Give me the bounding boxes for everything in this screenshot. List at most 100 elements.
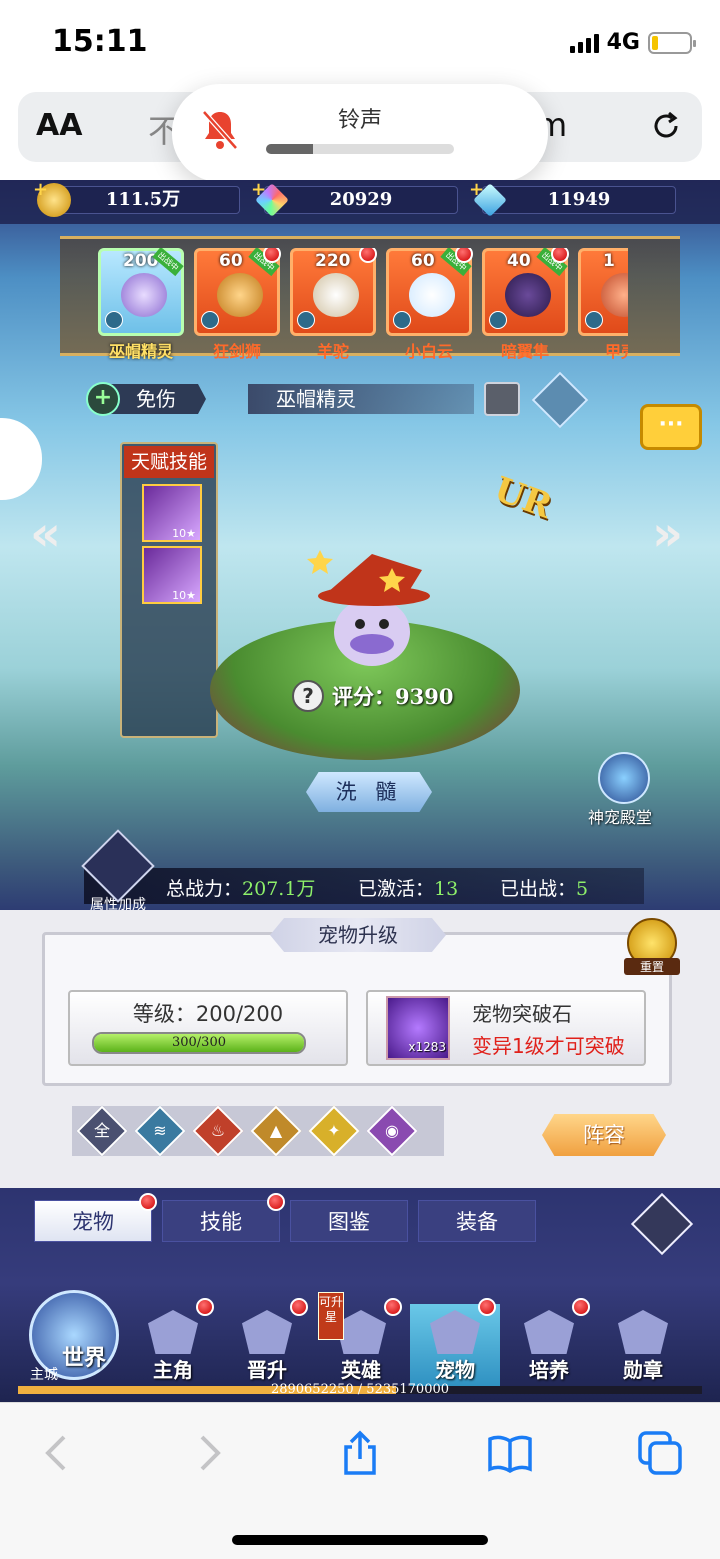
add-icon[interactable]: + bbox=[469, 180, 484, 203]
nav-pets[interactable]: 宠物 bbox=[410, 1298, 500, 1390]
player-exp-text: 2890652250 / 5235170000 bbox=[270, 1382, 450, 1397]
lineup-button[interactable]: 阵容 bbox=[542, 1114, 666, 1156]
gold-value: 111.5万 bbox=[105, 189, 181, 210]
tab-label: 图鉴 bbox=[328, 1210, 370, 1234]
water-element-icon[interactable] bbox=[531, 371, 589, 429]
tab-skill[interactable]: 技能 bbox=[162, 1193, 285, 1242]
reader-aa-button[interactable]: AA bbox=[36, 108, 82, 143]
pet-card[interactable]: 40 出战中 bbox=[482, 248, 569, 336]
pet-name: 小白云 bbox=[404, 342, 453, 361]
tab-pet[interactable]: 宠物 bbox=[34, 1193, 157, 1242]
tab-equipment[interactable]: 装备 bbox=[418, 1200, 536, 1242]
filter-all-button[interactable]: 全 bbox=[76, 1105, 128, 1157]
protagonist-icon bbox=[148, 1310, 198, 1354]
pet-portrait bbox=[601, 273, 628, 317]
eye-diamond-icon[interactable] bbox=[630, 1192, 694, 1256]
resource-rainbow-gem[interactable]: + 20929 bbox=[251, 180, 458, 217]
skill-level: 10★ bbox=[172, 527, 196, 540]
pet-card[interactable]: 200 出战中 bbox=[98, 248, 184, 336]
add-icon[interactable]: + bbox=[251, 180, 266, 203]
add-icon[interactable]: + bbox=[33, 180, 48, 203]
light-icon[interactable]: ✦ bbox=[308, 1105, 360, 1157]
ringer-hud: 铃声 bbox=[172, 84, 548, 182]
plus-shield-icon: + bbox=[86, 382, 120, 416]
resource-bar: + 111.5万 + 20929 + 11949 bbox=[0, 180, 720, 224]
deployed-stat: 已出战：5 bbox=[500, 874, 588, 901]
pet-name: 甲壳 bbox=[604, 342, 628, 361]
upgrade-title: 宠物升级 bbox=[270, 918, 446, 952]
pet-card-list: 200 出战中 60 出战中 220 60 出战中 40 出战中 1 bbox=[98, 248, 628, 348]
tabs-icon[interactable] bbox=[636, 1429, 684, 1477]
nav-label: 晋升 bbox=[247, 1358, 287, 1382]
tab-label: 宠物 bbox=[72, 1210, 114, 1234]
talent-skill-slot[interactable]: 10★ bbox=[142, 546, 202, 604]
sub-tab-row: 宠物 技能 图鉴 装备 bbox=[0, 1188, 720, 1284]
pet-card[interactable]: 1 bbox=[578, 248, 628, 336]
earth-icon[interactable]: ▲ bbox=[250, 1105, 302, 1157]
next-pet-arrow-icon[interactable]: » bbox=[652, 510, 692, 558]
wash-marrow-button[interactable]: 洗 髓 bbox=[306, 772, 432, 812]
signal-icon bbox=[569, 33, 599, 53]
pet-portrait bbox=[121, 273, 167, 317]
dark-icon[interactable]: ◉ bbox=[366, 1105, 418, 1157]
pet-level: 40 bbox=[507, 251, 531, 271]
world-button[interactable]: 世界 主城 bbox=[24, 1284, 124, 1394]
pet-portrait bbox=[505, 273, 551, 317]
talent-skill-slot[interactable]: 10★ bbox=[142, 484, 202, 542]
trait-tag[interactable]: + 免伤 bbox=[86, 382, 206, 416]
pet-portrait bbox=[409, 273, 455, 317]
battery-icon bbox=[648, 31, 696, 54]
notification-dot bbox=[359, 248, 377, 263]
resource-gold[interactable]: + 111.5万 bbox=[33, 180, 240, 217]
help-icon[interactable]: ? bbox=[292, 680, 324, 712]
status-time: 15:11 bbox=[52, 24, 148, 59]
bookmarks-icon[interactable] bbox=[486, 1429, 534, 1477]
pet-card[interactable]: 220 bbox=[290, 248, 377, 336]
tab-label: 技能 bbox=[200, 1210, 242, 1234]
water-icon[interactable]: ≋ bbox=[134, 1105, 186, 1157]
pet-name-list: 巫帽精灵 狂剑狮 羊驼 小白云 暗翼隼 甲壳 bbox=[98, 338, 628, 362]
stone-warning: 变异1级才可突破 bbox=[472, 1034, 625, 1058]
fire-icon[interactable]: ♨ bbox=[192, 1105, 244, 1157]
nav-medals[interactable]: 勋章 bbox=[598, 1304, 688, 1390]
upgradable-badge: 可升星 bbox=[318, 1292, 344, 1340]
notification-dot bbox=[263, 248, 281, 263]
share-icon[interactable] bbox=[336, 1429, 384, 1477]
nav-train[interactable]: 培养 bbox=[504, 1298, 594, 1390]
rename-feather-icon[interactable] bbox=[484, 382, 520, 416]
side-avatar[interactable] bbox=[0, 418, 42, 500]
pet-cat-icon bbox=[430, 1310, 480, 1354]
stone-count: x1283 bbox=[408, 1040, 446, 1054]
level-box: 等级：200/200 300/300 bbox=[68, 990, 348, 1066]
nav-hero-main[interactable]: 主角 bbox=[128, 1298, 218, 1390]
reset-button[interactable]: 重置 bbox=[624, 918, 680, 978]
water-element-icon bbox=[201, 311, 219, 329]
resource-diamond[interactable]: + 11949 bbox=[469, 180, 676, 217]
water-element-icon bbox=[585, 311, 603, 329]
pet-card[interactable]: 60 出战中 bbox=[194, 248, 281, 336]
chat-bubble-icon[interactable]: ··· bbox=[640, 404, 702, 450]
attribute-bonus-button[interactable]: 属性加成 bbox=[80, 829, 156, 913]
diamond-value: 11949 bbox=[547, 189, 611, 210]
pet-model-wizard-hat-sprite[interactable] bbox=[300, 540, 440, 670]
home-indicator bbox=[232, 1535, 488, 1545]
forward-icon[interactable] bbox=[184, 1429, 232, 1477]
main-city-label: 主城 bbox=[30, 1367, 58, 1383]
talent-title: 天赋技能 bbox=[124, 446, 214, 478]
nav-label: 主角 bbox=[153, 1358, 193, 1382]
deployed-label: 已出战： bbox=[500, 878, 577, 900]
reload-icon[interactable] bbox=[648, 108, 684, 144]
nav-promotion[interactable]: 晋升 bbox=[222, 1298, 312, 1390]
tab-codex[interactable]: 图鉴 bbox=[290, 1200, 408, 1242]
back-icon[interactable] bbox=[34, 1429, 82, 1477]
breakthrough-stone-box[interactable]: x1283 宠物突破石 变异1级才可突破 bbox=[366, 990, 646, 1066]
exp-text: 300/300 bbox=[171, 1035, 226, 1050]
pet-card[interactable]: 60 出战中 bbox=[386, 248, 473, 336]
notification-dot bbox=[384, 1298, 402, 1316]
water-element-icon bbox=[105, 311, 123, 329]
promotion-icon bbox=[242, 1310, 292, 1354]
level-label: 等级：200/200 bbox=[132, 1002, 284, 1026]
prev-pet-arrow-icon[interactable]: « bbox=[30, 510, 70, 558]
upgrade-panel: 宠物升级 重置 等级：200/200 300/300 x1283 宠物突破石 变… bbox=[0, 910, 720, 1188]
divine-pet-temple-button[interactable]: 神宠殿堂 bbox=[586, 752, 662, 827]
